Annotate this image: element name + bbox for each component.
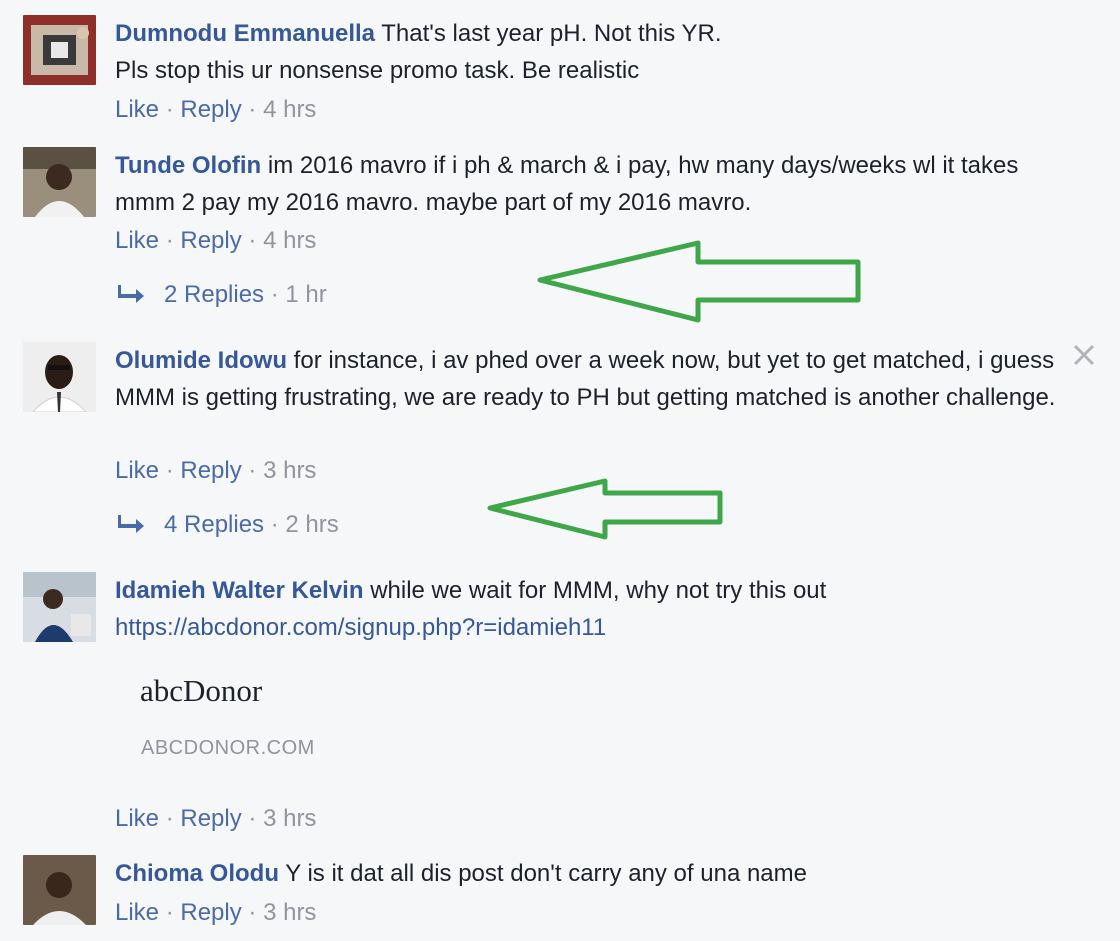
separator: · <box>270 511 279 538</box>
like-link[interactable]: Like <box>115 96 159 123</box>
separator: · <box>165 96 174 123</box>
link-preview-domain[interactable]: ABCDONOR.COM <box>141 737 315 760</box>
replies-time: 1 hr <box>285 281 327 308</box>
comment-body: Olumide Idowu for instance, i av phed ov… <box>115 342 1075 416</box>
reply-link[interactable]: Reply <box>180 227 241 254</box>
reply-arrow-icon <box>118 281 146 311</box>
reply-arrow-icon <box>118 511 146 541</box>
comment-text: That's last year pH. Not this YR. <box>381 20 722 47</box>
separator: · <box>270 281 279 308</box>
comment-time[interactable]: 3 hrs <box>263 805 316 832</box>
view-replies-link[interactable]: 2 Replies · 1 hr <box>118 280 327 311</box>
comment-text: Y is it dat all dis post don't carry any… <box>285 860 807 887</box>
replies-time: 2 hrs <box>285 511 339 538</box>
comment-actions: Like · Reply · 3 hrs <box>115 898 316 928</box>
comment-actions: Like · Reply · 4 hrs <box>115 95 316 125</box>
like-link[interactable]: Like <box>115 227 159 254</box>
comment-time[interactable]: 4 hrs <box>263 227 316 254</box>
comment-actions: Like · Reply · 4 hrs <box>115 226 316 256</box>
avatar[interactable] <box>23 342 96 412</box>
comment-text: while we wait for MMM, why not try this … <box>370 577 827 604</box>
separator: · <box>248 805 257 832</box>
separator: · <box>165 899 174 926</box>
comment-link[interactable]: https://abcdonor.com/signup.php?r=idamie… <box>115 614 606 641</box>
green-arrow-annotation <box>487 478 723 540</box>
replies-count[interactable]: 4 Replies <box>164 511 264 538</box>
separator: · <box>248 899 257 926</box>
comment-actions: Like · Reply · 3 hrs <box>115 456 316 486</box>
comment-text-line2: Pls stop this ur nonsense promo task. Be… <box>115 57 640 84</box>
comment-actions: Like · Reply · 3 hrs <box>115 804 316 834</box>
comment-time[interactable]: 3 hrs <box>263 457 316 484</box>
reply-link[interactable]: Reply <box>180 899 241 926</box>
comment-author[interactable]: Dumnodu Emmanuella <box>115 20 375 47</box>
separator: · <box>165 805 174 832</box>
reply-link[interactable]: Reply <box>180 805 241 832</box>
like-link[interactable]: Like <box>115 457 159 484</box>
comment-body: Chioma Olodu Y is it dat all dis post do… <box>115 855 1075 892</box>
close-icon[interactable] <box>1071 342 1097 368</box>
comment-body: Idamieh Walter Kelvin while we wait for … <box>115 572 1075 646</box>
comment-time[interactable]: 4 hrs <box>263 96 316 123</box>
comment-author[interactable]: Tunde Olofin <box>115 152 261 179</box>
comment-author[interactable]: Chioma Olodu <box>115 860 279 887</box>
comment-body: Tunde Olofin im 2016 mavro if i ph & mar… <box>115 147 1075 221</box>
separator: · <box>248 96 257 123</box>
avatar[interactable] <box>23 15 96 85</box>
reply-link[interactable]: Reply <box>180 457 241 484</box>
comment-author[interactable]: Olumide Idowu <box>115 347 287 374</box>
avatar[interactable] <box>23 147 96 217</box>
like-link[interactable]: Like <box>115 899 159 926</box>
green-arrow-annotation <box>537 240 861 323</box>
comment-author[interactable]: Idamieh Walter Kelvin <box>115 577 364 604</box>
link-preview-title[interactable]: abcDonor <box>140 673 262 709</box>
avatar[interactable] <box>23 572 96 642</box>
separator: · <box>165 457 174 484</box>
separator: · <box>248 457 257 484</box>
comment-body: Dumnodu Emmanuella That's last year pH. … <box>115 15 1075 89</box>
reply-link[interactable]: Reply <box>180 96 241 123</box>
replies-count[interactable]: 2 Replies <box>164 281 264 308</box>
view-replies-link[interactable]: 4 Replies · 2 hrs <box>118 510 339 541</box>
separator: · <box>248 227 257 254</box>
separator: · <box>165 227 174 254</box>
avatar[interactable] <box>23 855 96 925</box>
comment-time[interactable]: 3 hrs <box>263 899 316 926</box>
like-link[interactable]: Like <box>115 805 159 832</box>
